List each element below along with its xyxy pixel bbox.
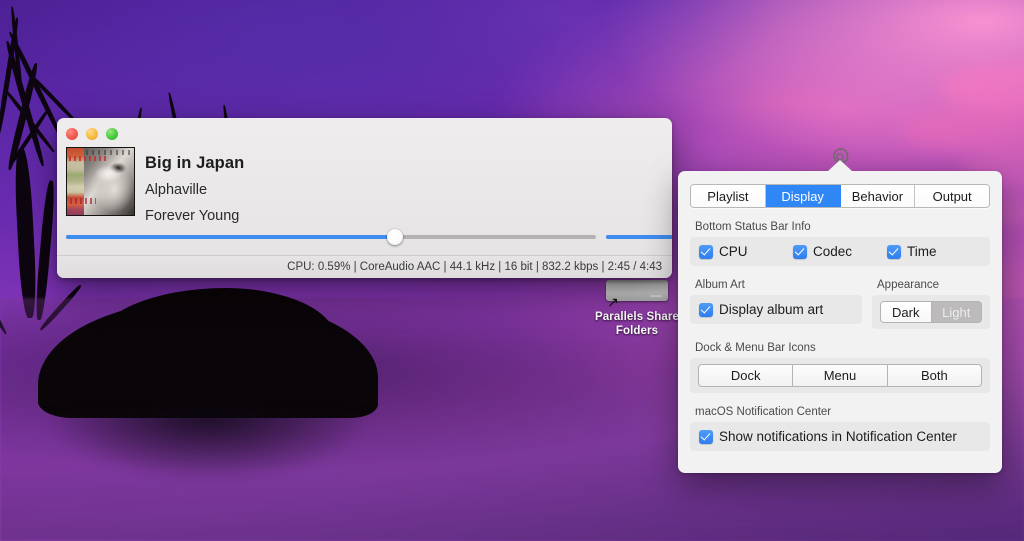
- popover-arrow: [828, 160, 852, 171]
- checkbox-row-codec[interactable]: Codec: [792, 244, 887, 259]
- segment-dark[interactable]: Dark: [881, 302, 932, 322]
- panel-notification-center: Show notifications in Notification Cente…: [690, 422, 990, 451]
- checkbox-row-cpu[interactable]: CPU: [699, 244, 793, 259]
- status-bar-text: CPU: 0.59% | CoreAudio AAC | 44.1 kHz | …: [287, 261, 662, 273]
- volume-slider[interactable]: [606, 229, 672, 245]
- progress-slider-fill: [66, 235, 395, 239]
- panel-status-bar-info: CPU Codec Time: [690, 237, 990, 266]
- checkbox-codec[interactable]: [792, 244, 807, 259]
- panel-album-art: Display album art: [690, 295, 862, 324]
- progress-slider-knob[interactable]: [386, 229, 403, 245]
- minimize-button[interactable]: [86, 128, 98, 140]
- group-label-dock-menu-bar-icons: Dock & Menu Bar Icons: [695, 342, 816, 354]
- segment-both[interactable]: Both: [888, 365, 981, 386]
- settings-tab-bar: Playlist Display Behavior Output: [690, 184, 990, 208]
- group-label-album-art: Album Art: [695, 279, 745, 291]
- checkbox-display-album-art[interactable]: [699, 302, 713, 317]
- music-player-window: Big in Japan Alphaville Forever Young CP…: [57, 118, 672, 278]
- checkbox-row-display-album-art[interactable]: Display album art: [699, 302, 853, 317]
- tab-playlist[interactable]: Playlist: [691, 185, 766, 207]
- checkbox-label-display-album-art: Display album art: [719, 302, 824, 317]
- segment-dock[interactable]: Dock: [699, 365, 794, 386]
- segmented-control-appearance: Dark Light: [880, 301, 982, 323]
- volume-slider-fill: [606, 235, 672, 239]
- wallpaper-rock-reflection: [40, 412, 376, 498]
- checkbox-label-show-notifications: Show notifications in Notification Cente…: [719, 429, 957, 444]
- checkbox-row-show-notifications[interactable]: Show notifications in Notification Cente…: [699, 429, 981, 444]
- panel-dock-menu-bar-icons: Dock Menu Both: [690, 358, 990, 393]
- album-artwork[interactable]: [66, 147, 135, 216]
- playback-progress-slider[interactable]: [66, 229, 596, 245]
- checkbox-time[interactable]: [886, 244, 901, 259]
- checkbox-show-notifications[interactable]: [699, 429, 713, 444]
- track-artist: Alphaville: [145, 182, 208, 198]
- bottom-status-bar: CPU: 0.59% | CoreAudio AAC | 44.1 kHz | …: [57, 255, 672, 278]
- zoom-button[interactable]: [106, 128, 118, 140]
- checkbox-label-time: Time: [906, 244, 937, 259]
- checkbox-row-time[interactable]: Time: [886, 244, 981, 259]
- settings-popover: Playlist Display Behavior Output Bottom …: [678, 160, 1002, 473]
- tab-behavior[interactable]: Behavior: [840, 185, 916, 207]
- checkbox-cpu[interactable]: [699, 244, 713, 259]
- track-album: Forever Young: [145, 208, 240, 224]
- group-label-appearance: Appearance: [877, 279, 940, 291]
- wallpaper-cloud: [740, 92, 820, 108]
- checkbox-label-codec: Codec: [812, 244, 853, 259]
- close-button[interactable]: [66, 128, 78, 140]
- tab-output[interactable]: Output: [915, 185, 989, 207]
- tab-display[interactable]: Display: [765, 185, 841, 207]
- segment-menu[interactable]: Menu: [793, 365, 888, 386]
- segmented-control-dock-menu: Dock Menu Both: [698, 364, 982, 387]
- checkbox-label-cpu: CPU: [719, 244, 748, 259]
- segment-light[interactable]: Light: [931, 302, 981, 322]
- track-title: Big in Japan: [145, 154, 245, 172]
- window-traffic-lights: [66, 128, 118, 140]
- external-drive-alias-icon: ↗: [606, 276, 668, 309]
- track-metadata: Big in Japan Alphaville Forever Young: [145, 154, 244, 224]
- group-label-notification-center: macOS Notification Center: [695, 406, 832, 418]
- group-label-status-bar-info: Bottom Status Bar Info: [695, 221, 811, 233]
- panel-appearance: Dark Light: [872, 295, 990, 329]
